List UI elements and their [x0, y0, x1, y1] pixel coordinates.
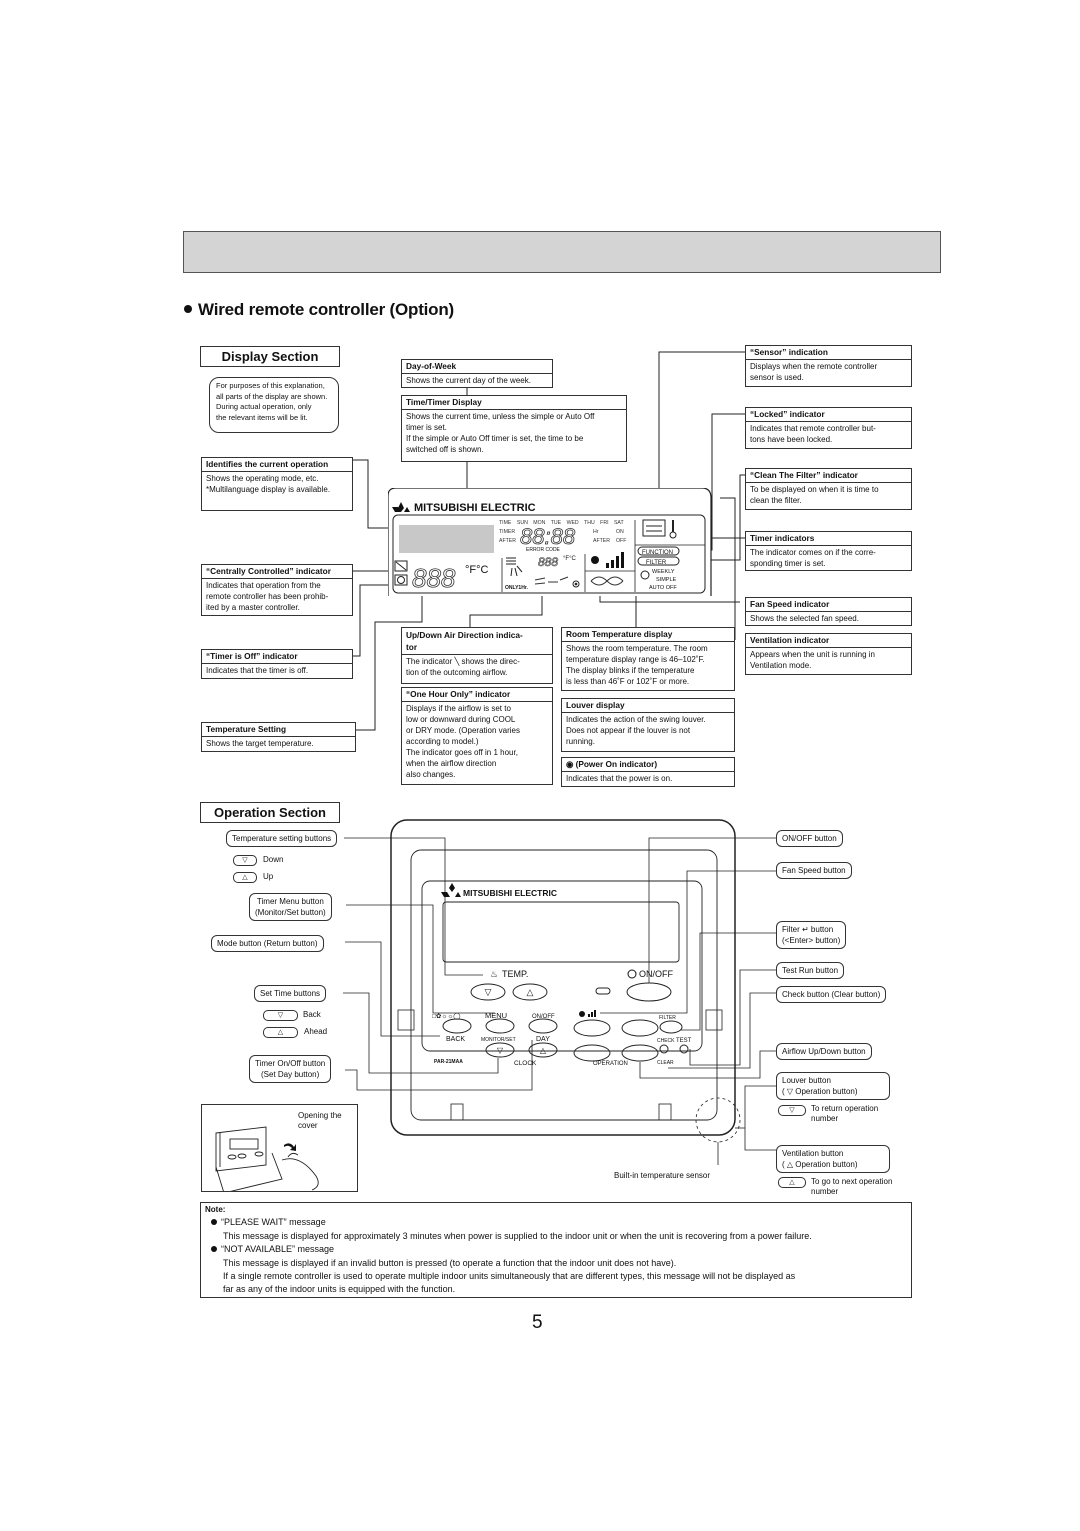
indicator-lamp	[595, 987, 611, 995]
day-label: DAY	[536, 1036, 550, 1043]
next-arrow-icon: △	[778, 1177, 806, 1188]
clear-label: CLEAR	[657, 1060, 674, 1066]
bullet-icon	[211, 1246, 217, 1253]
note-title: Note:	[205, 1205, 226, 1214]
return-arrow-icon: ▽	[778, 1105, 806, 1116]
operation-label: OPERATION	[593, 1061, 628, 1067]
bullet-icon	[211, 1219, 217, 1226]
label-airflow-button: Airflow Up/Down button	[776, 1043, 872, 1060]
note-text: far as any of the indoor units is equipp…	[223, 1284, 456, 1295]
mode-button[interactable]	[442, 1018, 472, 1034]
label-line: To go to next operation	[811, 1177, 893, 1186]
label-line: ( △ Operation button)	[782, 1160, 858, 1169]
right-side-pad	[705, 1009, 723, 1031]
label-line: Filter ↵ button	[782, 925, 834, 934]
left-side-pad	[397, 1009, 415, 1031]
note-text: This message is displayed if an invalid …	[223, 1257, 677, 1268]
monitor-set-label: MONITOR/SET	[481, 1037, 516, 1043]
label-ventilation-button: Ventilation button ( △ Operation button)	[776, 1145, 890, 1173]
note-heading: “PLEASE WAIT” message	[221, 1217, 326, 1228]
fan-speed-button[interactable]	[573, 1019, 611, 1037]
label-check-button: Check button (Clear button)	[776, 986, 887, 1003]
label-line: ( ▽ Operation button)	[782, 1087, 858, 1096]
timer-onoff-button[interactable]	[528, 1018, 558, 1034]
controller-outer-shell	[390, 819, 736, 1136]
note-box: Note: “PLEASE WAIT” message This message…	[200, 1202, 912, 1298]
model-number: PAR-21MAA	[434, 1059, 463, 1065]
note-heading: “NOT AVAILABLE” message	[221, 1244, 335, 1255]
test-label: TEST	[676, 1038, 692, 1044]
controller-inner-frame	[410, 849, 718, 1121]
label-line: Ventilation button	[782, 1149, 844, 1158]
hinge-right	[658, 1103, 672, 1121]
test-button[interactable]	[679, 1044, 689, 1054]
check-label: CHECK	[657, 1038, 675, 1044]
label-line: To return operation	[811, 1104, 879, 1113]
note-item: “PLEASE WAIT” message	[201, 1216, 911, 1229]
label-test-run-button: Test Run button	[776, 962, 845, 979]
louver-button[interactable]	[573, 1044, 611, 1062]
note-item: “NOT AVAILABLE” message	[201, 1243, 911, 1256]
controller-brand: MITSUBISHI ELECTRIC	[463, 888, 557, 898]
hinge-left	[450, 1103, 464, 1121]
power-icon	[627, 969, 637, 979]
filter-button[interactable]	[659, 1020, 683, 1034]
controller-diagram: MITSUBISHI ELECTRIC ♨ TEMP. ON/OFF ▽ △ □…	[343, 819, 776, 1165]
ventilation-button[interactable]	[621, 1044, 659, 1062]
label-line: (<Enter> button)	[782, 936, 841, 945]
airflow-button[interactable]	[621, 1019, 659, 1037]
thermometer-glyph: ♨	[490, 969, 498, 979]
timer-onoff-label: ON/OFF	[532, 1014, 555, 1020]
up-glyph: △	[527, 987, 534, 997]
temp-label: TEMP.	[502, 969, 528, 979]
page-number: 5	[532, 1312, 543, 1333]
controller-fan-icon	[579, 1010, 596, 1017]
label-filter-button: Filter ↵ button (<Enter> button)	[776, 921, 847, 949]
menu-label: MENU	[485, 1011, 507, 1020]
down-glyph: ▽	[485, 987, 492, 997]
menu-button[interactable]	[485, 1018, 515, 1034]
check-button[interactable]	[659, 1044, 669, 1054]
back-glyph: ▽	[497, 1046, 504, 1055]
note-text: If a single remote controller is used to…	[223, 1271, 796, 1282]
back-label: BACK	[446, 1036, 465, 1043]
label-onoff-button: ON/OFF button	[776, 830, 843, 847]
mode-icons: □✿☼☼◯	[432, 1012, 461, 1020]
controller-lcd-window	[442, 901, 680, 963]
label-temperature-sensor: Built-in temperature sensor	[614, 1171, 711, 1180]
label-line: Louver button	[782, 1076, 831, 1085]
onoff-button[interactable]	[626, 982, 672, 1002]
clock-label: CLOCK	[514, 1060, 537, 1067]
label-return-operation: To return operation number	[811, 1104, 878, 1124]
controller-logo-icon	[441, 883, 461, 897]
note-text: This message is displayed for approximat…	[223, 1230, 812, 1241]
label-louver-button: Louver button ( ▽ Operation button)	[776, 1072, 890, 1100]
label-next-operation: To go to next operation number	[811, 1177, 892, 1197]
ahead-glyph: △	[540, 1046, 547, 1055]
label-line: number	[811, 1187, 839, 1196]
label-fan-speed-button: Fan Speed button	[776, 862, 852, 879]
onoff-label: ON/OFF	[639, 969, 673, 979]
label-line: number	[811, 1114, 839, 1123]
filter-label: FILTER	[659, 1015, 676, 1021]
